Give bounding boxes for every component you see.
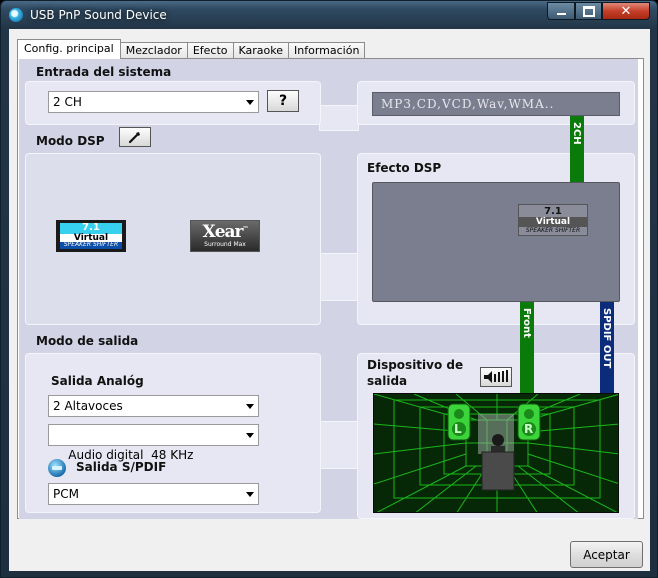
xear-mode-button[interactable]: Xear™ Surround Max [190,220,260,252]
front-bar-label: Front [521,308,532,338]
tab-karaoke[interactable]: Karaoke [232,42,290,59]
logo71-top-text: 7.1 [82,222,100,233]
output-mode-title: Modo de salida [36,334,139,348]
left-speaker-label: L [454,422,462,436]
connector-plate [319,105,359,131]
tab-config-principal[interactable]: Config. principal [17,39,121,59]
spdif-output-title: Salida S/PDIF [76,460,167,474]
help-icon: ? [278,93,288,109]
2ch-bar-label: 2CH [571,122,582,145]
right-speaker-label: R [524,422,534,436]
tab-strip: Config. principal Mezclador Efecto Karao… [17,39,366,59]
tab-mezclador[interactable]: Mezclador [119,42,188,59]
speaker-test-button[interactable] [480,367,512,387]
xear-trademark: ™ [242,225,248,233]
spdif-icon-inner [52,466,62,470]
speakers-select[interactable]: 2 Altavoces [48,395,259,417]
output-device-title-line2: salida [367,374,408,388]
channel-select[interactable]: 2 CH [48,91,259,113]
speaker-volume-icon [484,370,508,383]
analog-output-title: Salida Analóg [51,374,144,388]
tab-informacion[interactable]: Información [288,42,366,59]
logo71-bottom-text: SPEAKER SHIFTER [63,241,119,248]
window-title: USB PnP Sound Device [30,8,167,22]
wrench-icon [128,132,140,144]
supported-formats-display: MP3,CD,VCD,Wav,WMA.. [372,92,620,116]
speakers-select-value: 2 Altavoces [53,399,123,413]
xear-brand-text: Xear™ [191,222,259,242]
close-button[interactable]: ✕ [602,2,650,20]
dsp-effect-title: Efecto DSP [367,161,442,175]
minimize-icon [556,13,566,15]
chevron-down-icon [246,433,254,438]
maximize-button[interactable] [575,2,602,20]
app-icon [9,8,23,22]
tab-efecto[interactable]: Efecto [186,42,234,59]
virtual-71-mode-button[interactable]: 7.1 Virtual SPEAKER SHIFTER [56,220,126,252]
dsp-effect-display [372,182,620,302]
effect-logo-bottom-text: SPEAKER SHIFTER [525,227,581,234]
output-device-title: Dispositivo de salida [367,357,463,389]
chevron-down-icon [246,492,254,497]
digital-audio-select[interactable]: Audio digital 48 KHz [48,424,259,462]
spdif-format-select-value: PCM [53,487,79,501]
connector-plate [319,253,359,301]
active-effect-logo: 7.1 Virtual SPEAKER SHIFTER [518,204,588,236]
spdif-format-select[interactable]: PCM [48,483,259,505]
speaker-room-visualization: L R [373,393,619,513]
system-input-title: Entrada del sistema [36,65,172,79]
effect-logo-top-text: 7.1 [544,206,562,217]
help-button[interactable]: ? [267,90,299,112]
chevron-down-icon [246,404,254,409]
chevron-down-icon [246,100,254,105]
front-signal-bar: Front [520,302,534,393]
2ch-signal-bar: 2CH [570,116,584,182]
spdif-bar-label: SPDIF OUT [601,308,612,369]
accept-button[interactable]: Aceptar [570,541,643,568]
spdif-signal-bar: SPDIF OUT [600,302,614,393]
title-bar[interactable]: USB PnP Sound Device ✕ [1,1,657,29]
app-window: USB PnP Sound Device ✕ Config. principal… [0,0,658,578]
listener-figure-icon [478,414,515,491]
connector-plate [319,421,359,469]
xear-brand-name: Xear [202,222,244,242]
effect-logo-mid-text: Virtual [519,217,587,227]
dsp-settings-button[interactable] [119,127,151,147]
output-device-title-line1: Dispositivo de [367,358,464,372]
dsp-mode-title: Modo DSP [36,134,105,148]
spdif-toggle-icon[interactable] [48,459,66,477]
channel-select-value: 2 CH [53,95,82,109]
xear-sub-text: Surround Max [204,241,246,248]
room-grid-graphic [374,394,618,512]
maximize-icon [582,5,595,17]
minimize-button[interactable] [547,2,575,20]
close-icon: ✕ [620,3,632,19]
